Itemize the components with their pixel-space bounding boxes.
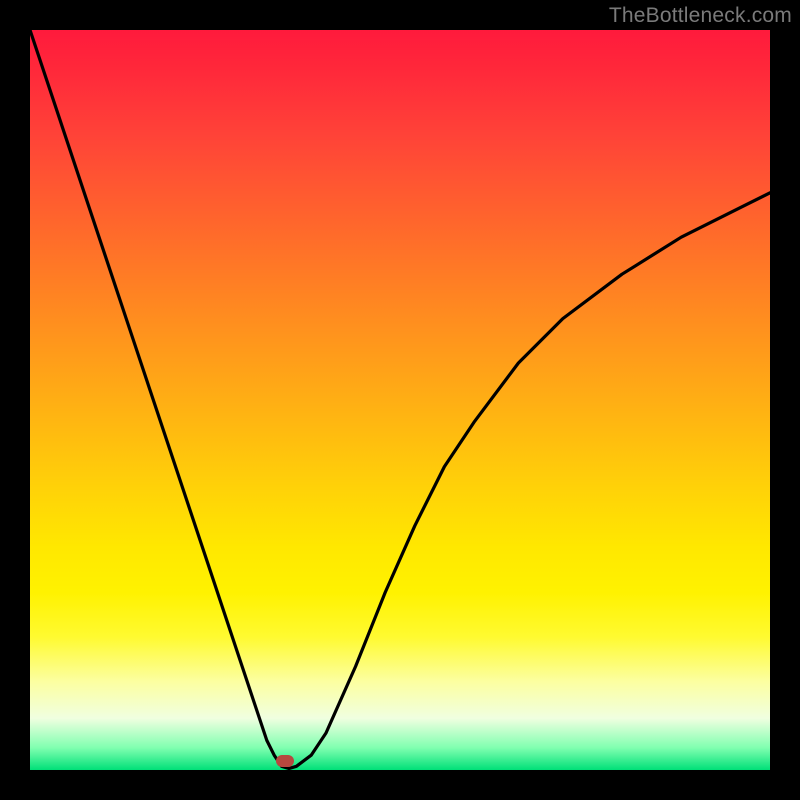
bottleneck-marker	[276, 755, 294, 767]
chart-frame: TheBottleneck.com	[0, 0, 800, 800]
curve-line	[30, 30, 770, 770]
watermark-text: TheBottleneck.com	[609, 4, 792, 28]
plot-area	[30, 30, 770, 770]
